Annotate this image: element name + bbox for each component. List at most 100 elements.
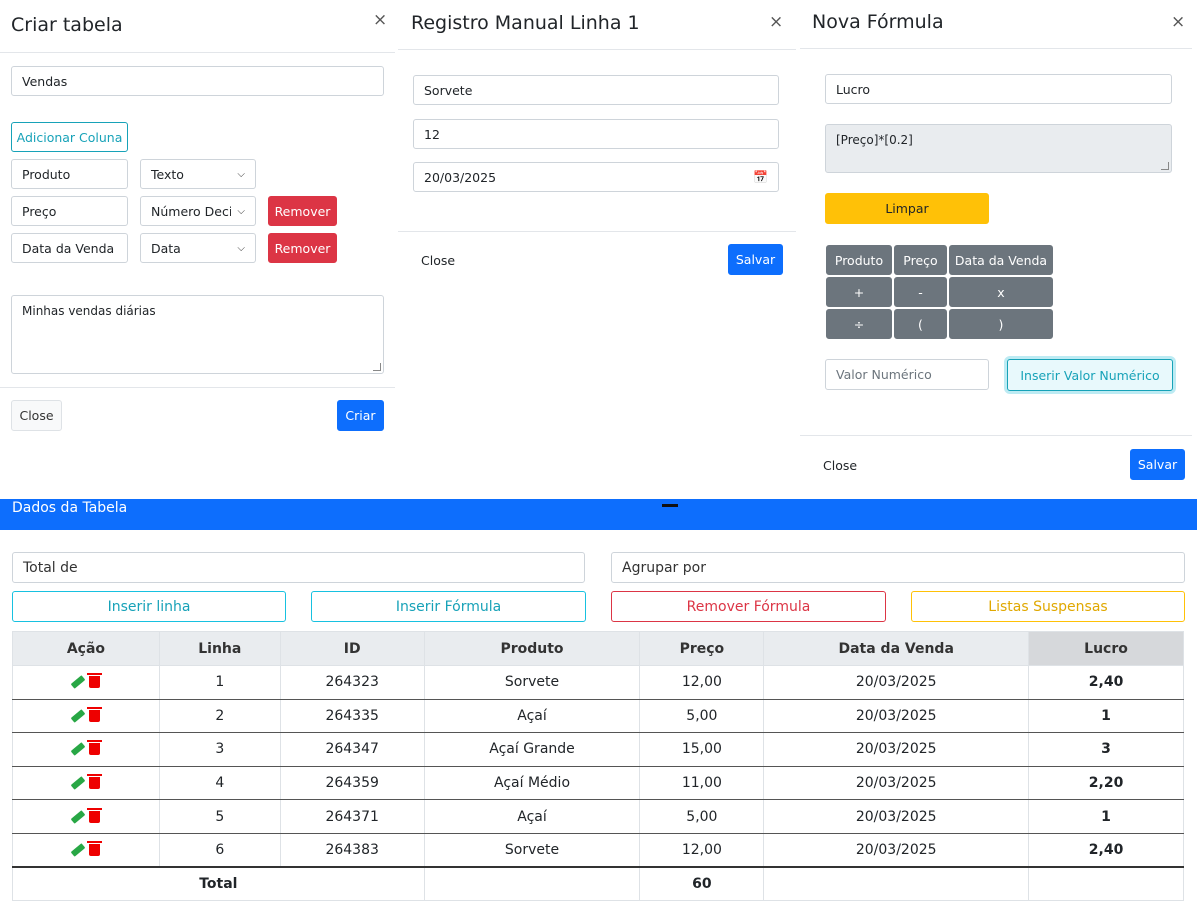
trash-icon[interactable]: [87, 841, 103, 857]
cell: 2,40: [1028, 833, 1184, 868]
cell: 20/03/2025: [763, 665, 1030, 700]
total-de-input[interactable]: Total de: [12, 552, 585, 583]
data-panel-header: Dados da Tabela: [0, 499, 1197, 530]
table-row: 2 264335 Açaí 5,00 20/03/2025 1: [12, 699, 1184, 734]
price-input[interactable]: 12: [413, 119, 779, 149]
insert-row-button[interactable]: Inserir linha: [12, 591, 286, 622]
action-cell: [12, 699, 160, 734]
formula-key-open-paren[interactable]: (: [894, 309, 947, 339]
cell: 3: [1028, 732, 1184, 767]
table-row: 3 264347 Açaí Grande 15,00 20/03/2025 3: [12, 732, 1184, 767]
formula-key-data-venda[interactable]: Data da Venda: [949, 245, 1053, 275]
product-input[interactable]: Sorvete: [413, 75, 779, 105]
cell: 1: [158, 665, 281, 700]
cell: Açaí: [423, 699, 641, 734]
table-name-input[interactable]: Vendas: [11, 66, 384, 96]
column-header[interactable]: Preço: [639, 631, 765, 666]
column-header[interactable]: Linha: [158, 631, 281, 666]
column-header[interactable]: Produto: [423, 631, 641, 666]
trash-icon[interactable]: [87, 706, 103, 722]
cell: 1: [1028, 799, 1184, 834]
numeric-value-input[interactable]: Valor Numérico: [825, 359, 989, 390]
create-button[interactable]: Criar: [337, 400, 384, 431]
cell: 20/03/2025: [763, 799, 1030, 834]
cell: [423, 866, 641, 902]
trash-icon[interactable]: [87, 673, 103, 689]
action-cell: [12, 766, 160, 801]
column-header[interactable]: ID: [279, 631, 425, 666]
total-value: 60: [639, 866, 765, 902]
column-header[interactable]: Data da Venda: [763, 631, 1030, 666]
cell: 12,00: [639, 833, 765, 868]
cell: 5,00: [639, 799, 765, 834]
cell: 15,00: [639, 732, 765, 767]
cell: 264383: [279, 833, 425, 868]
cell: 264323: [279, 665, 425, 700]
date-input[interactable]: 20/03/2025 📅: [413, 162, 779, 192]
close-icon[interactable]: ×: [1171, 14, 1185, 31]
trash-icon[interactable]: [87, 807, 103, 823]
insert-numeric-button[interactable]: Inserir Valor Numérico: [1007, 359, 1173, 391]
remove-column-button[interactable]: Remover: [268, 233, 337, 263]
column-type-select[interactable]: Texto ⌵: [140, 159, 256, 189]
save-button[interactable]: Salvar: [728, 244, 783, 275]
trash-icon[interactable]: [87, 774, 103, 790]
save-button[interactable]: Salvar: [1130, 449, 1185, 480]
edit-icon[interactable]: [71, 742, 86, 757]
cell: 264335: [279, 699, 425, 734]
edit-icon[interactable]: [71, 675, 86, 690]
modal-title: Registro Manual Linha 1: [411, 12, 640, 34]
edit-icon[interactable]: [71, 843, 86, 857]
formula-key-produto[interactable]: Produto: [826, 245, 892, 275]
formula-expression: [Preço]*[0.2]: [825, 124, 1172, 173]
cell: [763, 866, 1030, 902]
column-header[interactable]: Ação: [12, 631, 160, 666]
action-cell: [12, 732, 160, 767]
column-name-input[interactable]: Data da Venda: [11, 233, 128, 263]
column-name-input[interactable]: Produto: [11, 159, 128, 189]
close-button[interactable]: Close: [11, 400, 62, 431]
description-textarea[interactable]: Minhas vendas diárias: [11, 295, 384, 374]
close-button[interactable]: Close: [421, 253, 455, 268]
calendar-icon[interactable]: 📅: [753, 170, 768, 184]
trash-icon[interactable]: [87, 740, 103, 756]
clear-button[interactable]: Limpar: [825, 193, 989, 224]
resize-grip[interactable]: [1161, 162, 1169, 170]
column-type-select[interactable]: Data ⌵: [140, 233, 256, 263]
chevron-down-icon: ⌵: [237, 168, 245, 180]
cell: 12,00: [639, 665, 765, 700]
cell: 20/03/2025: [763, 699, 1030, 734]
agrupar-por-input[interactable]: Agrupar por: [611, 552, 1185, 583]
cell: 3: [158, 732, 281, 767]
resize-grip[interactable]: [373, 363, 381, 371]
remove-column-button[interactable]: Remover: [268, 196, 337, 226]
cell: 264371: [279, 799, 425, 834]
remove-formula-button[interactable]: Remover Fórmula: [611, 591, 886, 622]
formula-key-close-paren[interactable]: ): [949, 309, 1053, 339]
formula-key-plus[interactable]: +: [826, 277, 892, 307]
close-button[interactable]: Close: [823, 458, 857, 473]
cell: 20/03/2025: [763, 766, 1030, 801]
column-header[interactable]: Lucro: [1028, 631, 1184, 666]
dropdown-lists-button[interactable]: Listas Suspensas: [911, 591, 1185, 622]
edit-icon[interactable]: [71, 809, 86, 824]
cell: Sorvete: [423, 665, 641, 700]
table-row: 4 264359 Açaí Médio 11,00 20/03/2025 2,2…: [12, 766, 1184, 801]
modal-title: Nova Fórmula: [812, 11, 944, 33]
data-table: Ação Linha ID Produto Preço Data da Vend…: [12, 631, 1184, 902]
edit-icon[interactable]: [71, 709, 86, 723]
close-icon[interactable]: ×: [769, 14, 783, 31]
close-icon[interactable]: ×: [373, 12, 387, 29]
insert-formula-button[interactable]: Inserir Fórmula: [311, 591, 586, 622]
collapse-icon[interactable]: [662, 504, 678, 507]
add-column-button[interactable]: Adicionar Coluna: [11, 122, 128, 152]
formula-key-divide[interactable]: ÷: [826, 309, 892, 339]
action-cell: [12, 833, 160, 868]
formula-key-preco[interactable]: Preço: [894, 245, 947, 275]
edit-icon[interactable]: [71, 776, 86, 790]
formula-name-input[interactable]: Lucro: [825, 74, 1172, 104]
column-name-input[interactable]: Preço: [11, 196, 128, 226]
formula-key-minus[interactable]: -: [894, 277, 947, 307]
column-type-select[interactable]: Número Decimal⌵: [140, 196, 256, 226]
formula-key-multiply[interactable]: x: [949, 277, 1053, 307]
